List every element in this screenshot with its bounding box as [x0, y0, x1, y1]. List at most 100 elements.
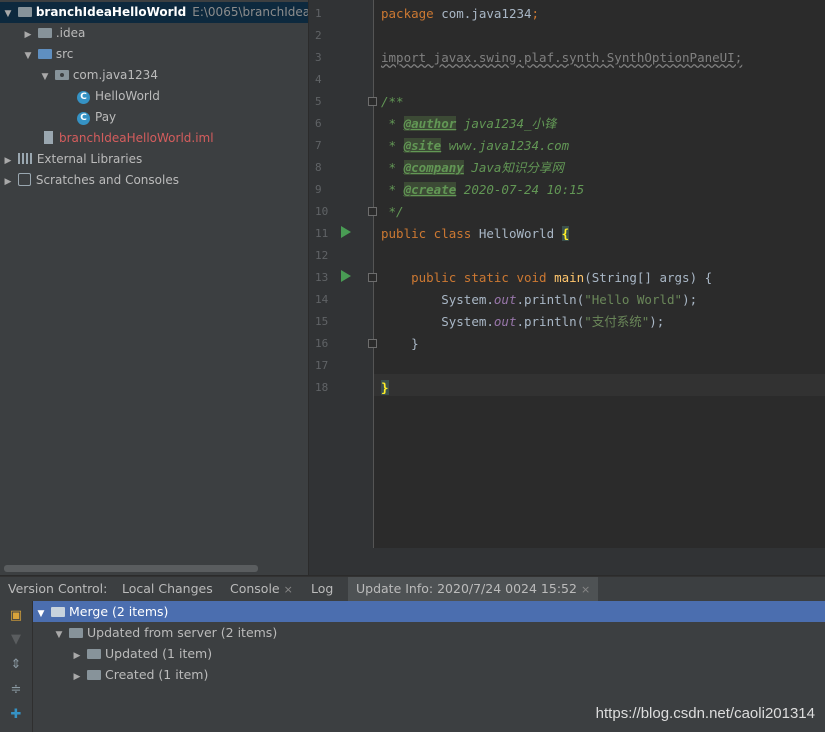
tree-item-label: Created (1 item) [104, 667, 209, 682]
update-tree-merge[interactable]: ▼ Merge (2 items) [33, 601, 825, 622]
run-method-icon[interactable] [341, 270, 351, 282]
code-line-1: package com.java1234; [381, 6, 540, 21]
tree-item-iml[interactable]: branchIdeaHelloWorld.iml [0, 128, 214, 149]
tree-item-package[interactable]: ▼ com.java1234 [0, 65, 158, 86]
fold-icon[interactable] [368, 339, 377, 348]
line-number: 13 [315, 271, 329, 284]
folder-icon [86, 649, 101, 659]
expand-all-icon[interactable]: ⇕ [8, 657, 24, 673]
line-number: 7 [315, 139, 322, 152]
project-name: branchIdeaHelloWorld [35, 5, 187, 19]
filter-icon[interactable]: ▼ [8, 632, 24, 648]
group-by-icon[interactable]: ▣ [8, 608, 24, 624]
update-tree-updated[interactable]: ▶ Updated (1 item) [33, 643, 825, 664]
current-line-highlight [374, 374, 825, 396]
tree-item-project-root[interactable]: ▼ branchIdeaHelloWorld E:\0065\branchIdea… [0, 2, 308, 23]
code-line-13: public static void main(String[] args) { [411, 270, 713, 285]
horizontal-scrollbar[interactable] [4, 565, 258, 572]
folder-icon [37, 28, 52, 38]
close-icon[interactable]: × [284, 583, 293, 596]
chevron-down-icon[interactable]: ▼ [22, 46, 34, 67]
line-number: 10 [315, 205, 329, 218]
run-class-icon[interactable] [341, 226, 351, 238]
tree-item-label: Updated from server (2 items) [86, 625, 278, 640]
line-number: 11 [315, 227, 329, 240]
scratches-icon [17, 173, 31, 186]
line-number: 8 [315, 161, 322, 174]
chevron-right-icon[interactable]: ▶ [22, 25, 34, 46]
line-number: 16 [315, 337, 329, 350]
tree-item-label: .idea [55, 26, 86, 40]
line-number: 15 [315, 315, 329, 328]
line-number: 6 [315, 117, 322, 130]
tab-local-changes[interactable]: Local Changes [122, 577, 213, 601]
code-editor[interactable]: 1 2 3 4 5 6 7 8 9 10 11 12 13 14 15 16 1… [309, 0, 825, 548]
tree-item-label: HelloWorld [95, 89, 160, 103]
tree-item-label: Scratches and Consoles [35, 173, 179, 187]
line-number: 4 [315, 73, 322, 86]
update-tree-updated-from-server[interactable]: ▼ Updated from server (2 items) [33, 622, 825, 643]
close-icon[interactable]: × [581, 583, 590, 596]
chevron-right-icon[interactable]: ▶ [71, 667, 83, 688]
module-file-icon [44, 131, 53, 144]
chevron-down-icon[interactable]: ▼ [2, 4, 14, 25]
line-number: 2 [315, 29, 322, 42]
editor-empty-area [309, 548, 825, 575]
tab-console[interactable]: Console × [230, 577, 293, 601]
java-class-icon: C [77, 112, 90, 125]
source-folder-icon [37, 49, 52, 59]
line-number: 17 [315, 359, 329, 372]
tree-item-label: Updated (1 item) [104, 646, 213, 661]
tab-label: Console [230, 581, 280, 596]
line-number: 3 [315, 51, 322, 64]
fold-icon[interactable] [368, 97, 377, 106]
code-line-8: * @company Java知识分享网 [381, 160, 564, 175]
code-line-3: import javax.swing.plaf.synth.SynthOptio… [381, 50, 743, 65]
folder-icon [50, 607, 65, 617]
tree-item-pay[interactable]: C Pay [0, 107, 116, 128]
chevron-right-icon[interactable]: ▶ [2, 151, 14, 172]
tree-item-src[interactable]: ▼ src [0, 44, 74, 67]
line-number: 18 [315, 381, 329, 394]
tree-item-scratches[interactable]: ▶ Scratches and Consoles [0, 170, 179, 191]
tree-item-label: External Libraries [36, 152, 143, 166]
code-line-15: System.out.println("支付系统"); [441, 314, 665, 329]
vc-toolbar: ▣ ▼ ⇕ ≑ ✚ [0, 601, 33, 732]
code-line-5: /** [381, 94, 404, 109]
collapse-all-icon[interactable]: ≑ [8, 682, 24, 698]
tree-item-label: Pay [95, 110, 117, 124]
code-line-14: System.out.println("Hello World"); [441, 292, 698, 307]
tree-item-label: branchIdeaHelloWorld.iml [59, 131, 214, 145]
line-number: 9 [315, 183, 322, 196]
java-class-icon: C [77, 91, 90, 104]
code-line-9: * @create 2020-07-24 10:15 [381, 182, 585, 197]
tree-item-external-libraries[interactable]: ▶ External Libraries [0, 149, 143, 172]
watermark: https://blog.csdn.net/caoli201314 [595, 705, 815, 722]
tab-log[interactable]: Log [311, 577, 333, 601]
code-line-7: * @site www.java1234.com [381, 138, 570, 153]
line-number: 5 [315, 95, 322, 108]
folder-icon [86, 670, 101, 680]
tab-update-info[interactable]: Update Info: 2020/7/24 0024 15:52 × [348, 577, 599, 601]
fold-icon[interactable] [368, 273, 377, 282]
code-line-10: */ [381, 204, 404, 219]
project-path: E:\0065\branchIdeaH [192, 5, 309, 19]
chevron-right-icon[interactable]: ▶ [2, 172, 14, 193]
module-folder-icon [17, 7, 32, 17]
code-line-11: public class HelloWorld { [381, 226, 570, 241]
pin-icon[interactable]: ✚ [8, 707, 24, 723]
folder-icon [68, 628, 83, 638]
fold-icon[interactable] [368, 207, 377, 216]
update-tree-created[interactable]: ▶ Created (1 item) [33, 664, 825, 685]
tree-item-label: src [55, 47, 74, 61]
tree-item-label: com.java1234 [72, 68, 158, 82]
tool-window-title: Version Control: [8, 581, 108, 596]
chevron-down-icon[interactable]: ▼ [39, 67, 51, 88]
tree-item-idea[interactable]: ▶ .idea [0, 23, 86, 46]
tree-item-helloworld[interactable]: C HelloWorld [0, 86, 160, 107]
code-line-18: } [381, 380, 389, 395]
code-line-16: } [381, 336, 419, 351]
tool-window-tabbar: Version Control: Local Changes Console × … [0, 576, 825, 601]
line-number: 12 [315, 249, 329, 262]
code-line-6: * @author java1234_小锋 [381, 116, 557, 131]
